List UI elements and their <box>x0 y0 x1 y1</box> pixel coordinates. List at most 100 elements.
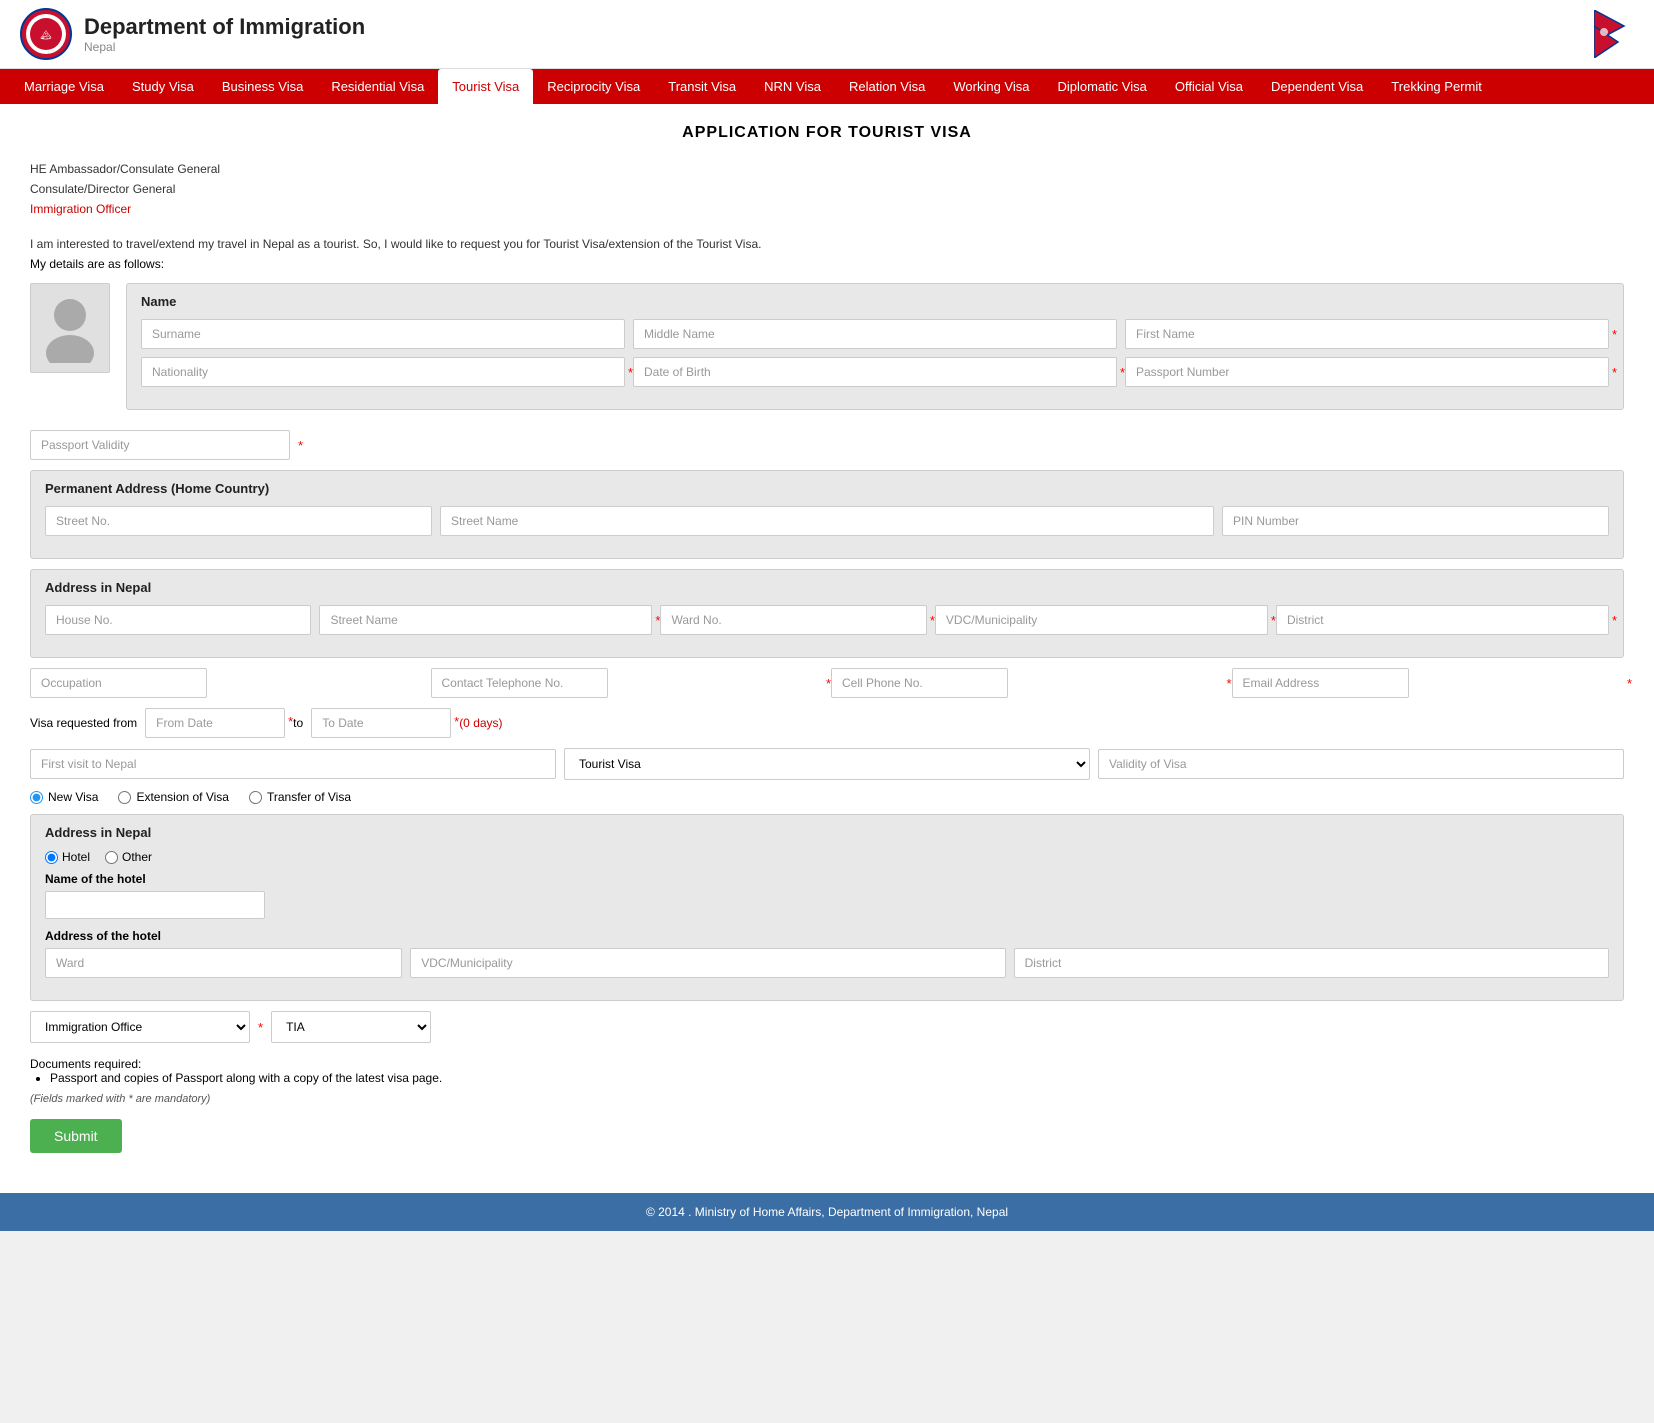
new-visa-radio-item[interactable]: New Visa <box>30 790 98 804</box>
tourist-visa-select[interactable]: Tourist Visa Other <box>564 748 1090 780</box>
occupation-input[interactable] <box>30 668 207 698</box>
nav-item-nrn-visa[interactable]: NRN Visa <box>750 69 835 104</box>
extension-visa-radio-item[interactable]: Extension of Visa <box>118 790 229 804</box>
email-required: * <box>1627 676 1632 691</box>
transfer-visa-radio-item[interactable]: Transfer of Visa <box>249 790 351 804</box>
nationality-dob-passport-row: * * * <box>141 357 1609 387</box>
middle-name-input[interactable] <box>633 319 1117 349</box>
name-section: Name * * * <box>126 283 1624 410</box>
first-name-input[interactable] <box>1125 319 1609 349</box>
nav-item-transit-visa[interactable]: Transit Visa <box>654 69 750 104</box>
nav-item-official-visa[interactable]: Official Visa <box>1161 69 1257 104</box>
submit-button[interactable]: Submit <box>30 1119 122 1153</box>
intro-line2: Consulate/Director General <box>30 182 1624 196</box>
hotel-type-radio-row: Hotel Other <box>45 850 1609 864</box>
hotel-address-inputs <box>45 948 1609 978</box>
nepal-house-no-input[interactable] <box>45 605 311 635</box>
passport-number-required: * <box>1612 365 1617 380</box>
passport-validity-input[interactable] <box>30 430 290 460</box>
hotel-name-input[interactable] <box>45 891 265 919</box>
nav-item-trekking-permit[interactable]: Trekking Permit <box>1377 69 1496 104</box>
nav-item-diplomatic-visa[interactable]: Diplomatic Visa <box>1043 69 1160 104</box>
nav-item-tourist-visa[interactable]: Tourist Visa <box>438 69 533 104</box>
from-date-input[interactable] <box>145 708 285 738</box>
site-title: Department of Immigration <box>84 14 365 40</box>
nepal-emblem-icon: 🏔 <box>20 8 72 60</box>
from-date-group: * <box>145 708 285 738</box>
to-date-group: * <box>311 708 451 738</box>
hotel-radio-item[interactable]: Hotel <box>45 850 90 864</box>
nav-item-relation-visa[interactable]: Relation Visa <box>835 69 939 104</box>
from-date-required: * <box>288 714 293 729</box>
tia-select[interactable]: TIA Other <box>271 1011 431 1043</box>
hotel-vdc-group <box>410 948 1005 978</box>
to-date-input[interactable] <box>311 708 451 738</box>
first-visit-input[interactable] <box>30 749 556 779</box>
hotel-district-input[interactable] <box>1014 948 1609 978</box>
other-radio-item[interactable]: Other <box>105 850 152 864</box>
nav-item-reciprocity-visa[interactable]: Reciprocity Visa <box>533 69 654 104</box>
nationality-input[interactable] <box>141 357 625 387</box>
intro-body: I am interested to travel/extend my trav… <box>30 237 1624 251</box>
hotel-ward-group <box>45 948 402 978</box>
nepal-street-name-input[interactable] <box>319 605 652 635</box>
first-name-group: * <box>1125 319 1609 349</box>
nav-item-study-visa[interactable]: Study Visa <box>118 69 208 104</box>
document-item-0: Passport and copies of Passport along wi… <box>50 1071 1624 1085</box>
surname-input[interactable] <box>141 319 625 349</box>
cell-phone-input[interactable] <box>831 668 1008 698</box>
documents-label: Documents required: <box>30 1057 1624 1071</box>
hotel-radio[interactable] <box>45 851 58 864</box>
permanent-address-title: Permanent Address (Home Country) <box>45 481 1609 496</box>
transfer-visa-radio[interactable] <box>249 791 262 804</box>
mandatory-note: (Fields marked with * are mandatory) <box>30 1093 1624 1105</box>
permanent-address-inputs <box>45 506 1609 536</box>
nepal-flag-icon <box>1594 10 1634 58</box>
hotel-vdc-input[interactable] <box>410 948 1005 978</box>
nav-item-business-visa[interactable]: Business Visa <box>208 69 317 104</box>
nepal-district-input[interactable] <box>1276 605 1609 635</box>
transfer-visa-label: Transfer of Visa <box>267 790 351 804</box>
to-date-required: * <box>454 714 459 729</box>
svg-text:🏔: 🏔 <box>40 30 52 40</box>
footer-text: © 2014 . Ministry of Home Affairs, Depar… <box>646 1205 1008 1219</box>
perm-street-name-input[interactable] <box>440 506 1214 536</box>
middle-name-group <box>633 319 1117 349</box>
perm-pin-input[interactable] <box>1222 506 1609 536</box>
immigration-office-select[interactable]: Immigration Office TIA Office Other <box>30 1011 250 1043</box>
passport-number-input[interactable] <box>1125 357 1609 387</box>
nav-item-marriage-visa[interactable]: Marriage Visa <box>10 69 118 104</box>
validity-of-visa-input[interactable] <box>1098 749 1624 779</box>
address-nepal-section: Address in Nepal * * * * <box>30 569 1624 658</box>
passport-validity-required: * <box>298 438 303 453</box>
nepal-ward-group: * <box>660 605 926 635</box>
visa-info-row: Tourist Visa Other <box>30 748 1624 780</box>
cell-phone-group: * <box>831 668 1224 698</box>
nav-item-residential-visa[interactable]: Residential Visa <box>317 69 438 104</box>
nav-item-working-visa[interactable]: Working Visa <box>939 69 1043 104</box>
header: 🏔 Department of Immigration Nepal <box>0 0 1654 69</box>
nav-item-dependent-visa[interactable]: Dependent Visa <box>1257 69 1377 104</box>
hotel-ward-input[interactable] <box>45 948 402 978</box>
nepal-ward-input[interactable] <box>660 605 926 635</box>
nepal-district-required: * <box>1612 613 1617 628</box>
page-content: APPLICATION FOR TOURIST VISA HE Ambassad… <box>0 104 1654 1193</box>
nepal-vdc-input[interactable] <box>935 605 1268 635</box>
extension-visa-radio[interactable] <box>118 791 131 804</box>
dob-input[interactable] <box>633 357 1117 387</box>
immigration-office-row: Immigration Office TIA Office Other * TI… <box>30 1011 1624 1043</box>
nepal-street-name-group: * <box>319 605 652 635</box>
contact-tel-input[interactable] <box>431 668 608 698</box>
visa-req-row: Visa requested from * to * (0 days) <box>30 708 1624 738</box>
new-visa-radio[interactable] <box>30 791 43 804</box>
perm-street-name-group <box>440 506 1214 536</box>
visa-req-label: Visa requested from <box>30 716 137 730</box>
address-nepal-title: Address in Nepal <box>45 580 1609 595</box>
perm-street-no-input[interactable] <box>45 506 432 536</box>
occupation-group <box>30 668 423 698</box>
other-radio[interactable] <box>105 851 118 864</box>
email-input[interactable] <box>1232 668 1409 698</box>
site-subtitle: Nepal <box>84 40 365 54</box>
intro-line3: Immigration Officer <box>30 202 1624 216</box>
perm-street-no-group <box>45 506 432 536</box>
